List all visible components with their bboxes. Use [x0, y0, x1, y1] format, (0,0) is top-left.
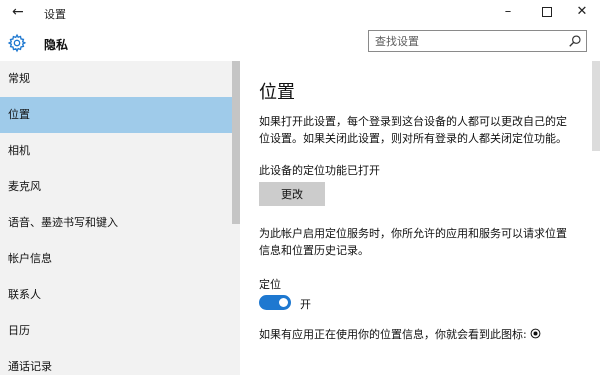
- sidebar-item-call-history[interactable]: 通话记录: [0, 349, 232, 385]
- toggle-state-text: 开: [300, 298, 311, 311]
- sidebar-item-speech-inking-typing[interactable]: 语音、墨迹书写和键入: [0, 205, 232, 241]
- change-button[interactable]: 更改: [259, 182, 325, 206]
- location-toggle-label: 定位: [259, 278, 281, 291]
- sidebar: 常规 位置 相机 麦克风 语音、墨迹书写和键入 帐户信息 联系人 日历 通话记录: [0, 61, 232, 375]
- sidebar-scrollbar-thumb[interactable]: [232, 61, 240, 224]
- sidebar-item-location[interactable]: 位置: [0, 97, 232, 133]
- location-service-description: 为此帐户启用定位服务时，你所允许的应用和服务可以请求位置 信息和位置历史记录。: [259, 225, 584, 259]
- window-title: 设置: [44, 8, 66, 21]
- sidebar-item-camera[interactable]: 相机: [0, 133, 232, 169]
- title-bar: ← 设置 – ✕: [0, 0, 600, 26]
- toggle-knob: [279, 298, 288, 307]
- maximize-button[interactable]: [532, 2, 562, 22]
- location-description: 如果打开此设置，每个登录到这台设备的人都可以更改自己的定 位设置。如果关闭此设置…: [259, 113, 584, 147]
- gear-icon: [7, 33, 27, 53]
- device-location-status: 此设备的定位功能已打开: [259, 164, 380, 177]
- location-service-description-line-2: 信息和位置历史记录。: [259, 244, 369, 257]
- location-service-description-line-1: 为此帐户启用定位服务时，你所允许的应用和服务可以请求位置: [259, 227, 567, 240]
- sidebar-item-account-info[interactable]: 帐户信息: [0, 241, 232, 277]
- location-description-line-2: 位设置。如果关闭此设置，则对所有登录的人都关闭定位功能。: [259, 132, 567, 145]
- sidebar-item-contacts[interactable]: 联系人: [0, 277, 232, 313]
- section-title: 隐私: [44, 38, 69, 52]
- location-in-use-icon: [530, 328, 541, 339]
- sidebar-item-general[interactable]: 常规: [0, 61, 232, 97]
- search-box[interactable]: [368, 30, 587, 52]
- location-toggle[interactable]: [259, 295, 291, 310]
- sidebar-item-calendar[interactable]: 日历: [0, 313, 232, 349]
- location-description-line-1: 如果打开此设置，每个登录到这台设备的人都可以更改自己的定: [259, 115, 567, 128]
- minimize-button[interactable]: –: [493, 2, 523, 22]
- search-input[interactable]: [375, 32, 560, 50]
- back-arrow-icon[interactable]: ←: [12, 4, 24, 20]
- location-usage-note-text: 如果有应用正在使用你的位置信息，你就会看到此图标:: [259, 328, 527, 341]
- location-usage-note: 如果有应用正在使用你的位置信息，你就会看到此图标:: [259, 326, 541, 342]
- close-button[interactable]: ✕: [567, 2, 597, 22]
- page-title: 位置: [259, 82, 295, 103]
- sidebar-item-microphone[interactable]: 麦克风: [0, 169, 232, 205]
- search-icon[interactable]: [568, 34, 582, 48]
- main-content: 位置 如果打开此设置，每个登录到这台设备的人都可以更改自己的定 位设置。如果关闭…: [240, 61, 590, 375]
- maximize-icon: [542, 6, 552, 17]
- main-scrollbar-thumb[interactable]: [592, 61, 600, 151]
